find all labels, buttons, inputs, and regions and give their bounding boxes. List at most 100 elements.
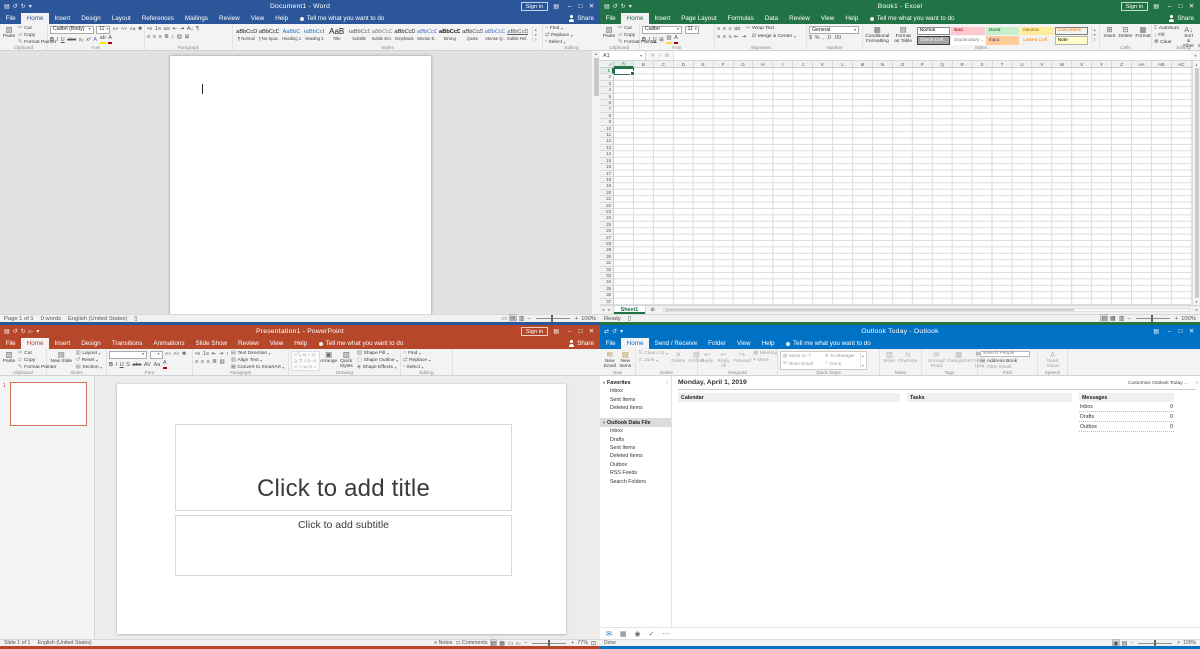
shape-fill-icon[interactable]: ▨Shape Fill▾	[357, 351, 389, 357]
search-people-input[interactable]: Search People	[980, 351, 1030, 358]
align-center-icon[interactable]: ≡	[723, 34, 726, 41]
save-icon[interactable]: ▤	[4, 329, 10, 335]
underline-icon[interactable]: U	[653, 37, 657, 44]
paste-button[interactable]: ▨ Paste	[2, 26, 16, 40]
name-box[interactable]: A1▾	[600, 51, 646, 60]
shading-icon[interactable]: ▨	[177, 34, 182, 41]
word-document-page[interactable]	[170, 56, 431, 314]
fill-icon[interactable]: ↓Fill	[1154, 33, 1165, 39]
quick-styles-button[interactable]: ▨ Quick Styles	[338, 351, 355, 370]
align-bottom-icon[interactable]: ≡	[729, 26, 732, 33]
zoom-slider[interactable]	[532, 643, 566, 644]
ribbon-tab[interactable]: Help	[289, 338, 313, 349]
align-right-icon[interactable]: ≡	[729, 34, 732, 41]
font-size-combo[interactable]: 11▾	[685, 26, 699, 34]
pilcrow-icon[interactable]: ¶	[196, 26, 199, 33]
ribbon-tab[interactable]: Insert	[49, 13, 76, 24]
done-icon[interactable]: ✓Done	[825, 360, 855, 366]
character-spacing-icon[interactable]: AV	[144, 362, 151, 369]
column-header-P[interactable]: P	[913, 61, 933, 68]
word-titlebar[interactable]: ▤↺↻▾ Document1 - Word Sign in ▤ – □ ✕	[0, 0, 600, 13]
font-name-combo[interactable]: Calibri▾	[642, 26, 682, 34]
style-chip[interactable]: AaBbCcDc Subtle Ref...	[506, 26, 529, 44]
column-header-T[interactable]: T	[993, 61, 1013, 68]
categorize-icon[interactable]: ▦Categorize	[949, 351, 969, 370]
quick-steps-scrollbar[interactable]: ▴▾	[860, 353, 864, 368]
tasks-icon[interactable]: ✓	[649, 630, 655, 638]
style-chip[interactable]: AaB Title	[325, 26, 348, 44]
orientation-icon[interactable]: ab	[734, 26, 740, 33]
redo-icon[interactable]: ↻	[21, 329, 26, 335]
ribbon-tab[interactable]: File	[600, 13, 621, 24]
minimize-button[interactable]: –	[564, 0, 575, 13]
column-header-I[interactable]: I	[773, 61, 793, 68]
ribbon-tab[interactable]: Send / Receive	[649, 338, 703, 349]
strikethrough-icon[interactable]: abc	[67, 37, 76, 44]
cell-style-chip[interactable]: Calculation	[1055, 27, 1089, 36]
calendar-icon[interactable]: ▦	[620, 630, 627, 638]
start-slideshow-icon[interactable]: ▻	[29, 329, 34, 335]
ribbon-tab[interactable]: View	[245, 13, 270, 24]
replace-icon[interactable]: ⇄Replace▾	[403, 358, 430, 364]
share-button[interactable]: Share	[569, 338, 600, 349]
signin-button[interactable]: Sign in	[521, 327, 549, 336]
style-chip[interactable]: AaBbCcDc Intense Q...	[484, 26, 507, 44]
folder-item[interactable]: Inbox	[600, 387, 671, 395]
qat-menu-icon[interactable]: ▾	[36, 329, 39, 335]
ribbon-tab[interactable]: Home	[621, 338, 649, 349]
minimize-button[interactable]: –	[564, 325, 575, 338]
normal-view-icon[interactable]: ▤	[1101, 315, 1107, 322]
bold-icon[interactable]: B	[109, 362, 113, 369]
cell-style-chip[interactable]: Bad	[951, 27, 985, 36]
ribbon-tab[interactable]: Help	[756, 338, 780, 349]
column-header-U[interactable]: U	[1012, 61, 1032, 68]
customize-outlook-today-link[interactable]: Customize Outlook Today ...	[1128, 381, 1196, 386]
ribbon-tab[interactable]: Review	[214, 13, 246, 24]
column-header-W[interactable]: W	[1052, 61, 1072, 68]
slide-editor[interactable]: Click to add title Click to add subtitle	[117, 384, 566, 634]
ribbon-tab[interactable]: Mailings	[179, 13, 213, 24]
style-chip[interactable]: AaBbCcDc Subtle Em...	[371, 26, 394, 44]
word-count[interactable]: 0 words	[41, 316, 61, 322]
font-name-combo[interactable]: ▾	[109, 351, 147, 359]
page-indicator[interactable]: Page 1 of 1	[4, 316, 34, 322]
clear-formatting-icon[interactable]: ✽	[182, 352, 186, 359]
save-icon[interactable]: ▤	[604, 4, 610, 10]
sheet-tab[interactable]: Sheet1	[613, 306, 647, 314]
font-size-combo[interactable]: 11▾	[96, 26, 110, 34]
superscript-icon[interactable]: x²	[86, 37, 91, 44]
layout-icon[interactable]: ▥Layout▾	[76, 351, 101, 357]
close-button[interactable]: ✕	[586, 0, 597, 13]
line-spacing-icon[interactable]: ↕	[171, 34, 174, 41]
folder-item[interactable]: RSS Feeds	[600, 469, 671, 477]
grow-font-icon[interactable]: A˄	[165, 352, 171, 359]
grow-font-icon[interactable]: A˄	[113, 27, 119, 34]
to-manager-icon[interactable]: ✉To Manager	[825, 353, 855, 359]
arrange-button[interactable]: ▣ Arrange	[322, 351, 336, 365]
ribbon-tab[interactable]: Home	[21, 338, 49, 349]
style-chip[interactable]: AaBbCcDc Intense E...	[416, 26, 439, 44]
numbering-icon[interactable]: 1≡	[203, 351, 209, 358]
ribbon-tab[interactable]: Review	[784, 13, 816, 24]
column-header-J[interactable]: J	[793, 61, 813, 68]
junk-icon[interactable]: ⊘Junk▾	[638, 358, 658, 364]
zoom-slider[interactable]	[536, 318, 570, 319]
enter-icon[interactable]: ✓	[658, 53, 663, 59]
folder-item[interactable]: Deleted Items	[600, 452, 671, 460]
increase-decimal-icon[interactable]: .0	[826, 35, 831, 42]
ribbon-tab[interactable]: File	[0, 338, 21, 349]
share-button[interactable]: Share	[1169, 13, 1200, 24]
column-header-G[interactable]: G	[734, 61, 754, 68]
shadow-icon[interactable]: S	[126, 362, 130, 369]
line-spacing-icon[interactable]: ↕	[226, 351, 229, 358]
folder-item[interactable]: Search Folders	[600, 477, 671, 485]
share-button[interactable]: Share	[569, 13, 600, 24]
qat-menu-icon[interactable]: ▾	[620, 329, 623, 335]
ribbon-display-options-icon[interactable]: ▤	[1153, 3, 1159, 10]
comma-icon[interactable]: ,	[822, 35, 824, 42]
ribbon-tab[interactable]: Folder	[703, 338, 732, 349]
collapse-header-icon[interactable]: ˄	[1195, 380, 1198, 385]
ribbon-display-options-icon[interactable]: ▤	[553, 328, 559, 335]
subtitle-placeholder[interactable]: Click to add subtitle	[175, 515, 512, 576]
column-header-R[interactable]: R	[953, 61, 973, 68]
